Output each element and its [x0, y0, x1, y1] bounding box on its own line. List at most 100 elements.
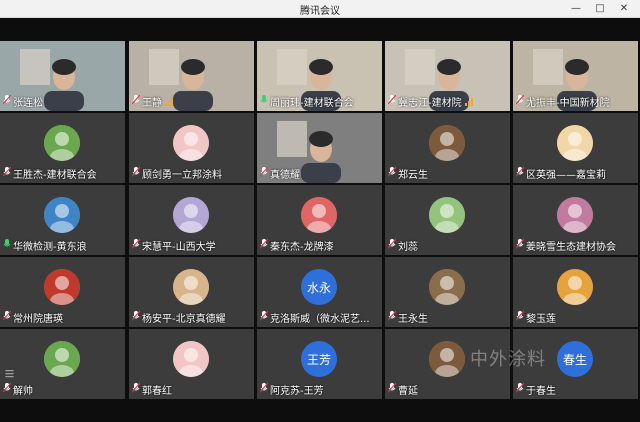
participant-name-text: 曹延 [398, 386, 418, 397]
participant-tile[interactable]: 王胜杰-建材联合会 [0, 113, 125, 183]
microphone-icon [3, 239, 13, 252]
avatar [429, 125, 465, 161]
avatar [173, 197, 209, 233]
microphone-muted-icon [2, 166, 13, 180]
participant-name: 尤振丰-中国新材院 [515, 94, 610, 109]
participant-tile[interactable]: 周丽玮-建材联合会 [257, 41, 382, 111]
participant-tile[interactable]: 王静 [129, 41, 254, 111]
participant-tile[interactable]: 王芳 阿克苏-王芳 [257, 329, 382, 399]
participant-name-text: 杨安平-北京真德耀 [142, 314, 226, 325]
participant-name: 解帅 [2, 382, 33, 397]
participant-name-text: 宋慧平-山西大学 [142, 242, 216, 253]
participant-name: 刘蕊 [387, 238, 418, 253]
participant-tile[interactable]: 杨安平-北京真德耀 [129, 257, 254, 327]
initials-avatar: 水永 [301, 269, 337, 305]
microphone-muted-icon [515, 94, 526, 108]
avatar [173, 341, 209, 377]
participant-name: 郭春红 [131, 382, 172, 397]
participant-name: 黎玉莲 [515, 310, 556, 325]
participant-tile[interactable]: 郭春红 [129, 329, 254, 399]
avatar [301, 197, 337, 233]
participant-name: 真德耀 [259, 166, 300, 181]
participant-tile[interactable]: 黎玉莲 [513, 257, 638, 327]
participant-name-text: 王胜杰-建材联合会 [13, 170, 97, 181]
avatar [429, 269, 465, 305]
participant-name: 华微检测-黄东浪 [3, 238, 87, 253]
participant-tile[interactable]: 张连松 [0, 41, 125, 111]
window-controls: — □ ✕ [564, 0, 636, 17]
participant-name-text: 周丽玮-建材联合会 [270, 98, 354, 109]
participant-tile[interactable]: 王永生 [385, 257, 510, 327]
participant-name: 常州院唐瑛 [2, 310, 63, 325]
microphone-muted-icon [387, 94, 398, 108]
participant-name: 区英强——嘉宝莉 [515, 166, 606, 181]
microphone-muted-icon [387, 166, 398, 180]
participant-name: 王永生 [387, 310, 428, 325]
title-bar: 腾讯会议 — □ ✕ [0, 0, 640, 18]
participant-tile[interactable]: 冀志江-建材院 [385, 41, 510, 111]
participant-name: 王静 [131, 94, 174, 109]
microphone-muted-icon [387, 310, 398, 324]
participant-name-text: 于春生 [526, 386, 556, 397]
participant-name-text: 尤振丰-中国新材院 [526, 98, 610, 109]
participant-tile[interactable]: 郑云生 [385, 113, 510, 183]
avatar [429, 341, 465, 377]
participant-name: 冀志江-建材院 [387, 94, 474, 109]
participant-tile[interactable]: 水永克洛斯威（微水泥艺... [257, 257, 382, 327]
participant-name: 秦东杰-龙牌漆 [259, 238, 334, 253]
avatar [44, 197, 80, 233]
avatar [44, 341, 80, 377]
participant-tile[interactable]: 姜晓雪生态建材协会 [513, 185, 638, 255]
microphone-muted-icon [131, 94, 142, 108]
participant-name-text: 姜晓雪生态建材协会 [526, 242, 616, 253]
microphone-muted-icon [131, 238, 142, 252]
participant-name-text: 华微检测-黄东浪 [13, 242, 87, 253]
participant-name-text: 顾剑勇一立邦涂料 [142, 170, 222, 181]
maximize-icon[interactable]: □ [588, 0, 612, 17]
participant-name-text: 刘蕊 [398, 242, 418, 253]
microphone-muted-icon [259, 166, 270, 180]
participant-tile[interactable]: 真德耀 [257, 113, 382, 183]
microphone-muted-icon [515, 382, 526, 396]
participant-name-text: 阿克苏-王芳 [270, 386, 324, 397]
participant-tile[interactable]: 区英强——嘉宝莉 [513, 113, 638, 183]
participant-name-text: 王静 [142, 98, 162, 109]
initials-avatar: 春生 [557, 341, 593, 377]
minimize-icon[interactable]: — [564, 0, 588, 17]
avatar [429, 197, 465, 233]
participant-tile[interactable]: 秦东杰-龙牌漆 [257, 185, 382, 255]
watermark: 中外涂料 [470, 349, 546, 370]
participant-tile[interactable]: 华微检测-黄东浪 [0, 185, 125, 255]
participant-tile[interactable]: 尤振丰-中国新材院 [513, 41, 638, 111]
microphone-muted-icon [515, 238, 526, 252]
avatar [173, 125, 209, 161]
participant-name-text: 区英强——嘉宝莉 [526, 170, 606, 181]
window-title: 腾讯会议 [300, 6, 340, 17]
participant-name-text: 郭春红 [142, 386, 172, 397]
participant-name: 张连松 [2, 94, 43, 109]
avatar [44, 125, 80, 161]
avatar [557, 125, 593, 161]
participant-name: 曹延 [387, 382, 418, 397]
microphone-muted-icon [2, 310, 13, 324]
participant-name: 阿克苏-王芳 [259, 382, 324, 397]
microphone-muted-icon [131, 310, 142, 324]
participant-name: 于春生 [515, 382, 556, 397]
microphone-muted-icon [515, 166, 526, 180]
menu-icon[interactable]: — — — [5, 367, 17, 382]
participant-tile[interactable]: 常州院唐瑛 [0, 257, 125, 327]
participant-name-text: 冀志江-建材院 [398, 98, 462, 109]
signal-strength-icon [464, 97, 474, 106]
avatar [173, 269, 209, 305]
participant-name: 郑云生 [387, 166, 428, 181]
participant-tile[interactable]: 顾剑勇一立邦涂料 [129, 113, 254, 183]
participant-name-text: 黎玉莲 [526, 314, 556, 325]
avatar [44, 269, 80, 305]
participant-tile[interactable]: 宋慧平-山西大学 [129, 185, 254, 255]
participant-tile[interactable]: 解帅 [0, 329, 125, 399]
participant-name-text: 克洛斯威（微水泥艺... [270, 314, 370, 325]
close-icon[interactable]: ✕ [612, 0, 636, 17]
participant-tile[interactable]: 刘蕊 [385, 185, 510, 255]
participant-name-text: 王永生 [398, 314, 428, 325]
avatar [557, 269, 593, 305]
